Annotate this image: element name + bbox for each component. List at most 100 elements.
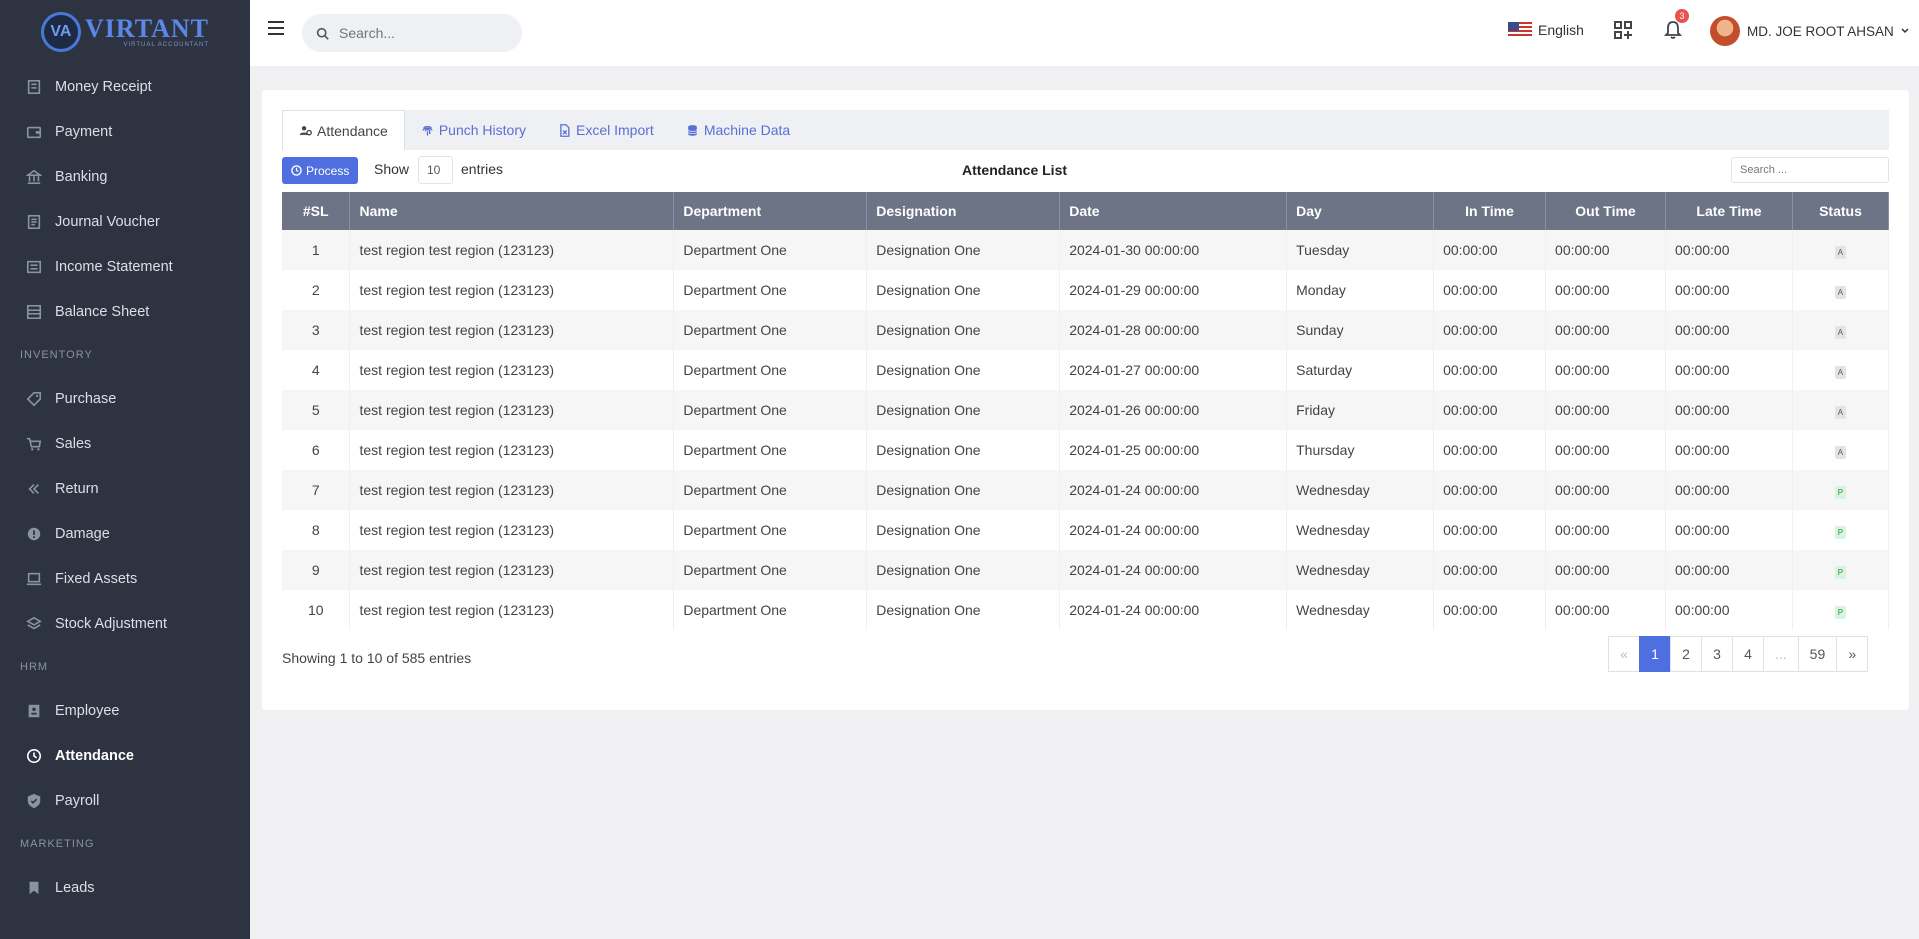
language-label: English: [1538, 22, 1584, 38]
sidebar-item-income-statement[interactable]: Income Statement: [0, 244, 250, 289]
table-cell: A: [1792, 310, 1890, 350]
sidebar-item-sales[interactable]: Sales: [0, 421, 250, 466]
column-header[interactable]: Department: [673, 192, 868, 230]
cart-icon: [25, 435, 43, 453]
nav-section-hrm: HRM: [20, 661, 49, 673]
sidebar-item-leads[interactable]: Leads: [0, 865, 250, 910]
table-cell: Department One: [673, 590, 868, 630]
table-cell: A: [1792, 230, 1890, 270]
tab-machine-data[interactable]: Machine Data: [670, 110, 806, 150]
tab-label: Excel Import: [576, 122, 654, 138]
table-row[interactable]: 9 test region test region (123123) Departm…: [282, 550, 1890, 590]
table-cell: 00:00:00: [1433, 350, 1547, 390]
page-next[interactable]: »: [1836, 636, 1869, 672]
table-cell: A: [1792, 350, 1890, 390]
column-header[interactable]: Designation: [866, 192, 1061, 230]
tab-bar: Attendance Punch History Excel Import Machi…: [282, 110, 1889, 150]
table-cell: 00:00:00: [1433, 550, 1547, 590]
column-header[interactable]: Date: [1059, 192, 1288, 230]
table-search-input[interactable]: [1731, 157, 1889, 183]
sidebar-item-stock-adjustment[interactable]: Stock Adjustment: [0, 601, 250, 646]
sidebar-item-damage[interactable]: Damage: [0, 511, 250, 556]
table-cell: Thursday: [1286, 430, 1435, 470]
sidebar-item-label: Income Statement: [55, 258, 173, 275]
table-cell: P: [1792, 470, 1890, 510]
user-menu[interactable]: MD. JOE ROOT AHSAN: [1710, 16, 1909, 46]
tab-attendance[interactable]: Attendance: [282, 110, 405, 150]
table-row[interactable]: 4 test region test region (123123) Departm…: [282, 350, 1890, 390]
table-row[interactable]: 7 test region test region (123123) Departm…: [282, 470, 1890, 510]
table-row[interactable]: 10 test region test region (123123) Depart…: [282, 590, 1890, 630]
page-4[interactable]: 4: [1732, 636, 1764, 672]
sidebar-item-payroll[interactable]: Payroll: [0, 778, 250, 823]
clock-icon: [291, 165, 302, 176]
process-button[interactable]: Process: [282, 157, 359, 184]
table-row[interactable]: 8 test region test region (123123) Departm…: [282, 510, 1890, 550]
table-cell: Wednesday: [1286, 590, 1435, 630]
nav-section-marketing: MARKETING: [20, 838, 95, 850]
table-cell: 00:00:00: [1433, 590, 1547, 630]
sidebar-item-balance-sheet[interactable]: Balance Sheet: [0, 289, 250, 334]
table-cell: 6: [282, 430, 351, 470]
page-2[interactable]: 2: [1670, 636, 1702, 672]
table-cell: Department One: [673, 230, 868, 270]
apps-grid-icon[interactable]: [1614, 21, 1632, 39]
status-badge: A: [1834, 445, 1847, 459]
column-header[interactable]: Late Time: [1665, 192, 1793, 230]
table-cell: Department One: [673, 270, 868, 310]
tab-punch-history[interactable]: Punch History: [405, 110, 542, 150]
sidebar-item-money-receipt[interactable]: Money Receipt: [0, 64, 250, 109]
status-badge: A: [1834, 365, 1847, 379]
language-selector[interactable]: English: [1508, 22, 1584, 38]
page-prev[interactable]: «: [1608, 636, 1640, 672]
table-row[interactable]: 2 test region test region (123123) Departm…: [282, 270, 1890, 310]
column-header[interactable]: Status: [1792, 192, 1890, 230]
sidebar-item-banking[interactable]: Banking: [0, 154, 250, 199]
sidebar-item-employee[interactable]: Employee: [0, 688, 250, 733]
brand-logo[interactable]: VA VIRTANT VIRTUAL ACCOUNTANT: [0, 0, 250, 64]
table-body: 1 test region test region (123123) Departm…: [282, 230, 1890, 630]
notification-bell-icon[interactable]: [1664, 20, 1682, 40]
table-cell: Monday: [1286, 270, 1435, 310]
attendance-table: #SL Name Department Designation Date Day In Ti…: [282, 192, 1890, 630]
global-search-input[interactable]: [339, 25, 509, 41]
table-row[interactable]: 6 test region test region (123123) Departm…: [282, 430, 1890, 470]
column-header[interactable]: Out Time: [1545, 192, 1666, 230]
table-header-row: #SL Name Department Designation Date Day In Ti…: [282, 192, 1890, 230]
table-cell: 00:00:00: [1665, 390, 1793, 430]
table-row[interactable]: 1 test region test region (123123) Departm…: [282, 230, 1890, 270]
table-row[interactable]: 5 test region test region (123123) Departm…: [282, 390, 1890, 430]
show-label: Show: [374, 161, 410, 177]
logo-mark-icon: VA: [40, 12, 81, 52]
table-cell: Wednesday: [1286, 470, 1435, 510]
column-header[interactable]: In Time: [1433, 192, 1547, 230]
bookmark-icon: [25, 879, 43, 897]
global-search[interactable]: [302, 14, 522, 52]
page-59[interactable]: 59: [1797, 636, 1838, 672]
table-cell: 00:00:00: [1665, 310, 1793, 350]
menu-toggle-icon[interactable]: [268, 21, 284, 35]
column-header[interactable]: Name: [349, 192, 675, 230]
sidebar-item-label: Purchase: [55, 390, 117, 407]
page-size-select[interactable]: 10: [418, 156, 453, 184]
status-badge: P: [1834, 605, 1847, 619]
sidebar-item-fixed-assets[interactable]: Fixed Assets: [0, 556, 250, 601]
table-cell: test region test region (123123): [349, 590, 675, 630]
pagination: «1 2 3 4... 59»: [1608, 636, 1869, 672]
column-header[interactable]: #SL: [282, 192, 351, 230]
table-cell: Department One: [673, 470, 868, 510]
sidebar-item-payment[interactable]: Payment: [0, 109, 250, 154]
table-cell: 4: [282, 350, 351, 390]
tab-excel-import[interactable]: Excel Import: [542, 110, 670, 150]
column-header[interactable]: Day: [1286, 192, 1435, 230]
wallet-icon: [25, 123, 43, 141]
sidebar: VA VIRTANT VIRTUAL ACCOUNTANT Money Rece…: [0, 0, 250, 939]
page-1[interactable]: 1: [1639, 636, 1671, 672]
page-3[interactable]: 3: [1701, 636, 1733, 672]
sidebar-item-attendance[interactable]: Attendance: [0, 733, 250, 778]
table-row[interactable]: 3 test region test region (123123) Departm…: [282, 310, 1890, 350]
sidebar-item-purchase[interactable]: Purchase: [0, 376, 250, 421]
sidebar-item-return[interactable]: Return: [0, 466, 250, 511]
table-cell: test region test region (123123): [349, 510, 675, 550]
sidebar-item-journal-voucher[interactable]: Journal Voucher: [0, 199, 250, 244]
